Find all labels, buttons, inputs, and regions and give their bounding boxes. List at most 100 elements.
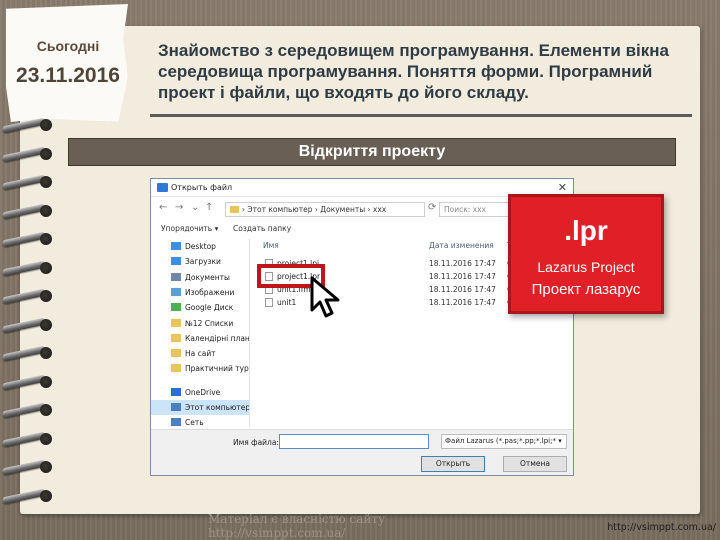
close-icon[interactable]: ✕	[558, 181, 567, 194]
folder-icon	[171, 364, 181, 373]
nav-pane-item-label: Календірні план	[185, 333, 249, 343]
nav-pane-item-label: Сеть	[185, 418, 204, 428]
ring-hole	[40, 489, 52, 502]
ring-hole	[40, 233, 52, 245]
nav-pane-scrollbar[interactable]	[249, 239, 250, 427]
title-divider	[150, 114, 692, 117]
file-date: 18.11.2016 17:47	[429, 259, 496, 268]
onedrive-icon	[171, 387, 181, 396]
nav-pane-item[interactable]: Загрузки	[151, 254, 249, 269]
computer-icon	[171, 403, 181, 411]
dialog-title: Открыть файл	[171, 183, 233, 192]
today-label: Сьогодні	[36, 38, 100, 54]
callout-subtitle: Lazarus Project	[537, 259, 635, 275]
spiral-ring	[1, 174, 56, 191]
open-button[interactable]: Открыть	[421, 456, 485, 472]
nav-pane-item-label: Этот компьютер	[185, 403, 249, 412]
file-date: 18.11.2016 17:47	[429, 298, 496, 307]
spiral-ring	[1, 488, 56, 504]
nav-pane-item-label: Загрузки	[185, 257, 221, 267]
nav-pane-item-label: Изображени	[185, 287, 235, 297]
nav-pane-item[interactable]: Практичний тур	[151, 361, 249, 376]
site-url-link[interactable]: http://vsimppt.com.ua/	[606, 522, 716, 533]
navigation-pane: Desktop Загрузки Документы Изображени Google…	[151, 239, 249, 427]
spiral-ring	[1, 459, 56, 476]
new-folder-button[interactable]: Создать папку	[233, 224, 291, 233]
ring-hole	[40, 290, 52, 302]
nav-pane-item[interactable]: №12 Списки	[151, 316, 249, 331]
spiral-ring	[1, 146, 56, 162]
spiral-ring	[1, 431, 56, 447]
lpr-callout: .lpr Lazarus Project Проект лазарус	[508, 194, 664, 314]
folder-icon	[230, 206, 239, 213]
address-path: › Этот компьютер › Документы › xxx	[242, 205, 387, 214]
nav-pane-item[interactable]: Документы	[151, 270, 249, 285]
ring-hole	[40, 375, 52, 388]
cancel-button[interactable]: Отмена	[503, 456, 567, 472]
spiral-ring	[1, 345, 56, 362]
ring-hole	[40, 119, 52, 131]
recent-dropdown-icon[interactable]: ⌄	[191, 202, 199, 213]
folder-icon	[171, 333, 181, 342]
spiral-ring	[1, 288, 56, 305]
spiral-ring	[1, 203, 56, 219]
ring-hole	[40, 432, 52, 445]
file-icon	[265, 298, 273, 307]
nav-pane-item[interactable]: Календірні план	[151, 331, 249, 346]
column-header-name[interactable]: Имя	[263, 241, 279, 250]
spiral-binding	[0, 117, 60, 518]
nav-pane-item-label: На сайт	[185, 349, 216, 359]
ring-hole	[40, 204, 52, 217]
file-name: unit1	[277, 298, 297, 307]
nav-pane-item-label: Практичний тур	[185, 364, 249, 374]
desktop-icon	[171, 242, 181, 250]
nav-pane-item[interactable]: Google Диск	[151, 300, 249, 315]
callout-subtitle-ua: Проект лазарус	[531, 281, 641, 298]
nav-pane-item-label: OneDrive	[185, 387, 221, 397]
address-bar[interactable]: › Этот компьютер › Документы › xxx	[225, 202, 425, 217]
refresh-icon[interactable]: ⟳	[428, 202, 436, 213]
ring-hole	[40, 347, 52, 359]
network-icon	[171, 418, 181, 427]
ring-hole	[40, 261, 52, 274]
dialog-app-icon	[157, 183, 168, 192]
up-arrow-icon[interactable]: ↑	[205, 202, 213, 213]
column-header-date[interactable]: Дата изменения	[429, 241, 494, 250]
filename-label: Имя файла:	[233, 438, 279, 447]
forward-arrow-icon[interactable]: →	[175, 202, 183, 213]
ring-hole	[40, 461, 52, 473]
section-banner: Відкриття проекту	[68, 138, 676, 166]
spiral-ring	[1, 260, 56, 276]
ring-hole	[40, 176, 52, 188]
back-arrow-icon[interactable]: ←	[159, 202, 167, 213]
documents-icon	[171, 272, 181, 281]
nav-pane-item[interactable]: На сайт	[151, 346, 249, 361]
nav-pane-item[interactable]: Изображени	[151, 285, 249, 300]
spiral-ring	[1, 117, 56, 134]
file-date: 18.11.2016 17:47	[429, 285, 496, 294]
footer-watermark: Матеріал є власністю сайту http://vsimpp…	[208, 512, 386, 540]
file-date: 18.11.2016 17:47	[429, 272, 496, 281]
date-note	[6, 4, 128, 122]
spiral-ring	[1, 231, 56, 248]
nav-pane-item[interactable]: Этот компьютер	[151, 400, 249, 415]
nav-pane-item-label: Google Диск	[185, 303, 234, 313]
mouse-pointer-icon	[310, 276, 340, 318]
folder-icon	[171, 349, 181, 358]
nav-pane-item-label: Desktop	[185, 242, 216, 251]
folder-icon	[171, 318, 181, 327]
pictures-icon	[171, 287, 181, 296]
nav-pane-item-label: Документы	[185, 272, 230, 282]
file-type-select[interactable]: Файл Lazarus (*.pas;*.pp;*.lpi;* ▾	[441, 434, 567, 449]
ring-hole	[40, 147, 52, 160]
nav-pane-item[interactable]: Desktop	[151, 239, 249, 254]
filename-input[interactable]	[279, 434, 429, 449]
page-title: Знайомство з середовищем програмування. …	[158, 41, 670, 102]
spiral-ring	[1, 402, 56, 419]
organize-menu[interactable]: Упорядочить ▾	[161, 224, 218, 233]
spiral-ring	[1, 317, 56, 333]
nav-pane-item[interactable]: OneDrive	[151, 385, 249, 400]
nav-pane-item-label: №12 Списки	[185, 318, 234, 328]
downloads-icon	[171, 257, 181, 266]
dialog-footer: Имя файла: Файл Lazarus (*.pas;*.pp;*.lp…	[151, 429, 573, 475]
